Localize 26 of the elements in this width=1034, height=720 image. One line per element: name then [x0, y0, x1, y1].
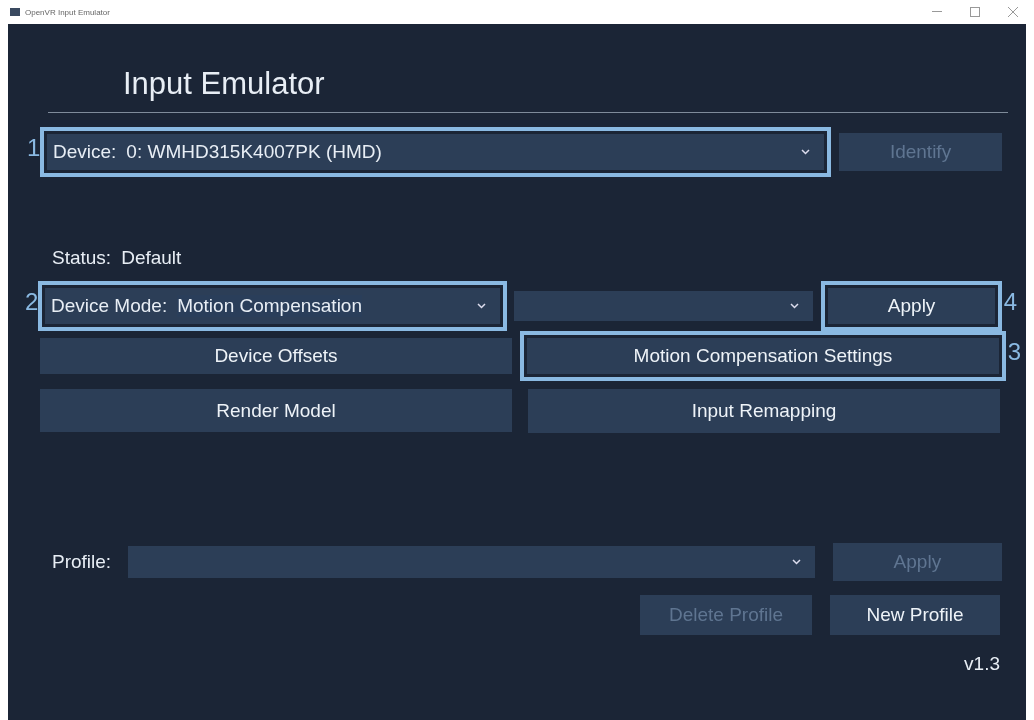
action-button[interactable]: Motion Compensation Settings: [527, 338, 999, 374]
callout-number: 3: [1007, 337, 1021, 367]
version-label: v1.3: [963, 653, 1000, 675]
action-button[interactable]: Render Model: [40, 389, 512, 432]
caret-icon: [790, 303, 800, 309]
caret-icon: [801, 149, 811, 155]
app-icon: [10, 8, 20, 16]
device-mode-dropdown[interactable]: Device Mode: Motion Compensation: [45, 288, 500, 324]
caret-icon: [476, 303, 486, 309]
action-button[interactable]: Device Offsets: [40, 338, 512, 374]
profile-label: Profile:: [52, 551, 113, 573]
status-label: Status:: [52, 247, 112, 269]
minimize-icon[interactable]: [932, 11, 942, 13]
maximize-icon[interactable]: [970, 7, 980, 17]
apply-button[interactable]: Apply: [828, 288, 995, 324]
new-profile-button[interactable]: New Profile: [830, 595, 1000, 635]
status-value: Default: [121, 247, 182, 269]
device-dropdown[interactable]: Device: 0: WMHD315K4007PK (HMD): [47, 134, 825, 170]
callout-number: 4: [1003, 287, 1017, 317]
action-button[interactable]: Input Remapping: [528, 389, 1000, 433]
app-heading: Input Emulator: [122, 65, 326, 103]
close-icon[interactable]: [1008, 7, 1018, 17]
window-title: OpenVR Input Emulator: [25, 7, 110, 17]
caret-icon: [791, 559, 801, 565]
callout-number: 2: [25, 287, 39, 317]
callout-number: 1: [27, 133, 41, 163]
